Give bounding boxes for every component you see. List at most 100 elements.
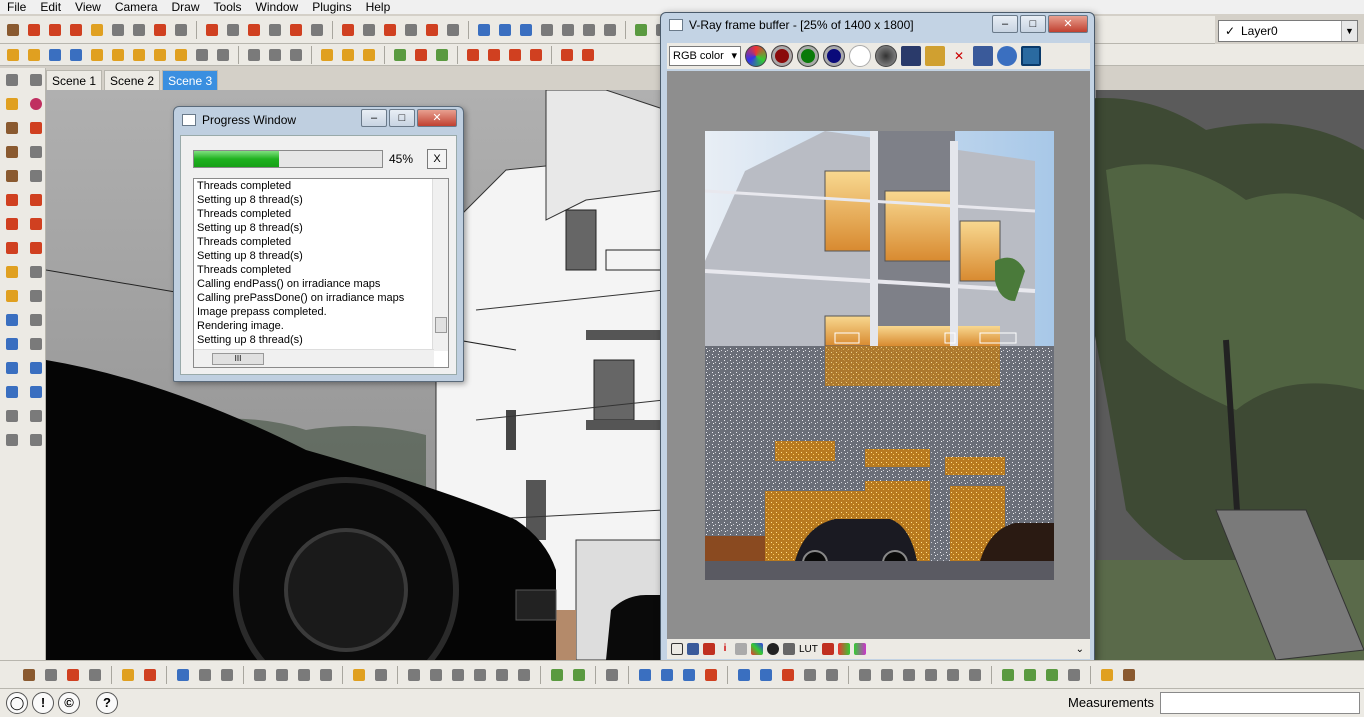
menu-window[interactable]: Window xyxy=(249,0,306,14)
section-cut-icon[interactable] xyxy=(517,21,535,39)
close-button[interactable]: ✕ xyxy=(1048,15,1088,33)
smoove-icon[interactable] xyxy=(360,21,378,39)
push-pull-icon[interactable] xyxy=(88,21,106,39)
light-bulb-icon[interactable] xyxy=(109,46,127,64)
menu-edit[interactable]: Edit xyxy=(33,0,68,14)
follow-me-icon[interactable] xyxy=(151,21,169,39)
menu-help[interactable]: Help xyxy=(359,0,398,14)
flip-edge-icon[interactable] xyxy=(444,21,462,39)
axes-tool-icon[interactable] xyxy=(3,311,21,329)
package-icon[interactable] xyxy=(360,46,378,64)
connect-icon[interactable] xyxy=(42,666,60,684)
scale-icon[interactable] xyxy=(464,46,482,64)
curve-icon[interactable] xyxy=(751,643,763,655)
chevron-down-icon[interactable]: ▼ xyxy=(1341,21,1357,41)
srgb-icon[interactable] xyxy=(783,643,795,655)
drape-icon[interactable] xyxy=(402,21,420,39)
menu-view[interactable]: View xyxy=(68,0,108,14)
lattice-icon[interactable] xyxy=(449,666,467,684)
freehand-icon[interactable] xyxy=(27,167,45,185)
curve-icon[interactable] xyxy=(64,666,82,684)
bucket-icon[interactable] xyxy=(548,666,566,684)
grid-icon[interactable] xyxy=(266,46,284,64)
pixel-info-icon[interactable]: i xyxy=(719,643,731,655)
solid-subtract-icon[interactable] xyxy=(559,21,577,39)
flag-icon[interactable] xyxy=(821,643,834,655)
star-icon[interactable] xyxy=(141,666,159,684)
info-panel-icon[interactable] xyxy=(687,643,699,655)
pan-icon[interactable] xyxy=(27,335,45,353)
menu-file[interactable]: File xyxy=(0,0,33,14)
tab-scene-2[interactable]: Scene 2 xyxy=(104,70,161,90)
circle-tool-icon[interactable] xyxy=(3,143,21,161)
rgb-strip-icon[interactable] xyxy=(837,643,850,655)
section-icon[interactable] xyxy=(245,46,263,64)
tree-icon[interactable] xyxy=(1021,666,1039,684)
horizontal-scrollbar[interactable]: III xyxy=(194,349,434,367)
photo-icon[interactable] xyxy=(632,21,650,39)
pencil-icon[interactable] xyxy=(27,119,45,137)
levels-icon[interactable] xyxy=(735,643,747,655)
region-render-icon[interactable] xyxy=(1021,46,1041,66)
paint-bucket-icon[interactable] xyxy=(3,95,21,113)
orbit-icon[interactable] xyxy=(3,335,21,353)
tape-measure-icon[interactable] xyxy=(3,263,21,281)
rotate-3d-icon[interactable] xyxy=(735,666,753,684)
solid-trim-icon[interactable] xyxy=(580,21,598,39)
chair-icon[interactable] xyxy=(1065,666,1083,684)
minimize-button[interactable]: – xyxy=(992,15,1018,33)
ies-light-icon[interactable] xyxy=(172,46,190,64)
move-icon[interactable] xyxy=(109,21,127,39)
open-folder-icon[interactable] xyxy=(925,46,945,66)
select-arrow-icon[interactable] xyxy=(3,71,21,89)
alpha-channel-icon[interactable] xyxy=(849,45,871,67)
copyright-icon[interactable]: © xyxy=(58,692,80,714)
shape-icon[interactable] xyxy=(757,666,775,684)
refresh-icon[interactable] xyxy=(350,666,368,684)
sphere-6-icon[interactable] xyxy=(966,666,984,684)
plant-icon[interactable] xyxy=(433,46,451,64)
zoom-extents-icon[interactable] xyxy=(3,383,21,401)
scrollbar-thumb[interactable] xyxy=(435,317,447,333)
text-icon[interactable] xyxy=(266,21,284,39)
grass-icon[interactable] xyxy=(1043,666,1061,684)
path-icon[interactable] xyxy=(603,666,621,684)
display-history-icon[interactable] xyxy=(671,643,683,655)
tab-scene-3[interactable]: Scene 3 xyxy=(162,70,219,90)
rotate-icon[interactable] xyxy=(130,21,148,39)
close-button[interactable]: ✕ xyxy=(417,109,457,127)
sandbox-icon[interactable] xyxy=(339,21,357,39)
tab-scene-1[interactable]: Scene 1 xyxy=(46,70,103,90)
offset-tool-icon[interactable] xyxy=(27,239,45,257)
sun-icon[interactable] xyxy=(1098,666,1116,684)
omni-light-icon[interactable] xyxy=(193,46,211,64)
walk-tool-icon[interactable] xyxy=(3,431,21,449)
sphere-4-icon[interactable] xyxy=(922,666,940,684)
measurements-input[interactable] xyxy=(1160,692,1360,714)
arc-icon[interactable] xyxy=(67,21,85,39)
vertical-arrows-icon[interactable] xyxy=(702,666,720,684)
stamp-icon[interactable] xyxy=(381,21,399,39)
geo-icon[interactable]: ◯ xyxy=(6,692,28,714)
channel-select[interactable]: RGB color xyxy=(669,46,741,66)
track-mouse-icon[interactable] xyxy=(973,46,993,66)
3d-text-icon[interactable] xyxy=(308,21,326,39)
zoom-window-icon[interactable] xyxy=(27,359,45,377)
blue-channel-icon[interactable] xyxy=(823,45,845,67)
box-icon[interactable] xyxy=(339,46,357,64)
add-detail-icon[interactable] xyxy=(423,21,441,39)
sphere-2-icon[interactable] xyxy=(878,666,896,684)
cube-icon[interactable] xyxy=(318,46,336,64)
column-icon[interactable] xyxy=(658,666,676,684)
menu-tools[interactable]: Tools xyxy=(207,0,249,14)
mountain-icon[interactable] xyxy=(174,666,192,684)
menu-camera[interactable]: Camera xyxy=(108,0,165,14)
sheet-icon[interactable] xyxy=(218,666,236,684)
select-icon[interactable] xyxy=(4,21,22,39)
tape-icon[interactable] xyxy=(203,21,221,39)
vfb-canvas[interactable] xyxy=(667,71,1090,639)
spray-icon[interactable] xyxy=(570,666,588,684)
scrollbar-thumb[interactable]: III xyxy=(212,353,264,365)
section-display-icon[interactable] xyxy=(496,21,514,39)
look-around-tool-icon[interactable] xyxy=(27,407,45,425)
